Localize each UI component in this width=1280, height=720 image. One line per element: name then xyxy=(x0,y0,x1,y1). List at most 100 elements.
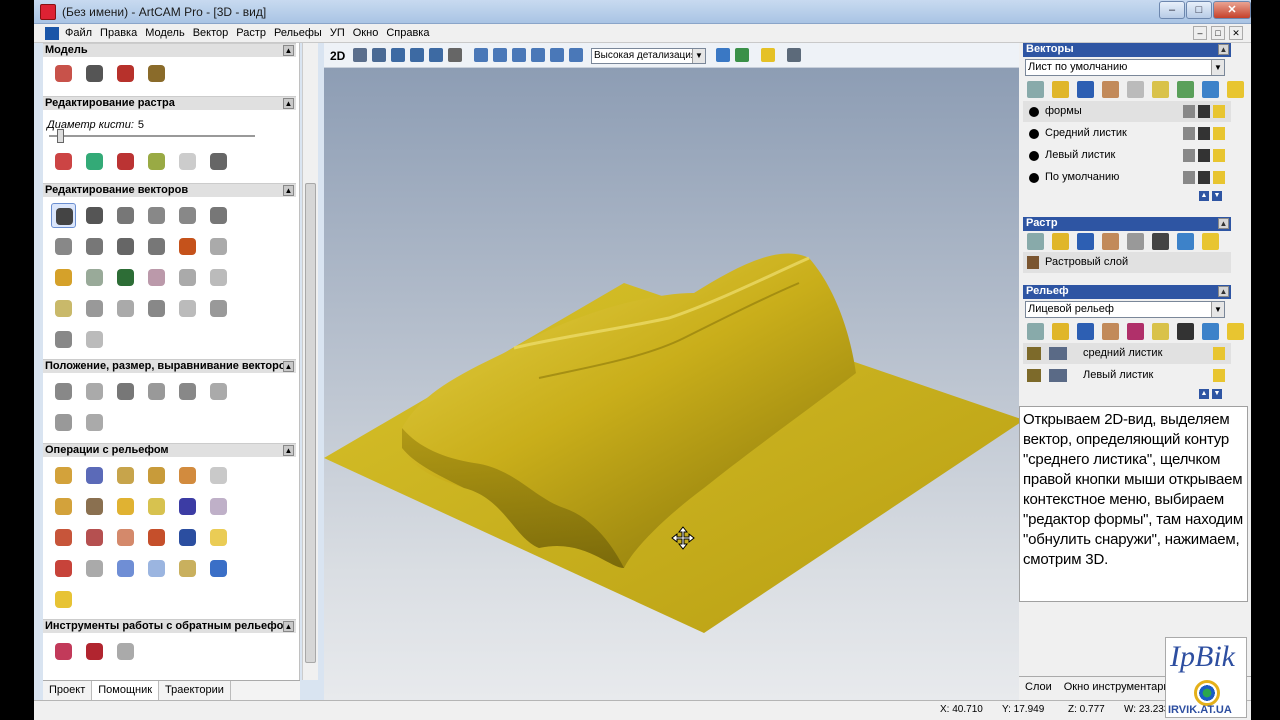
polyline-icon[interactable] xyxy=(206,203,231,228)
collapse-arrow-icon[interactable]: ▲ xyxy=(283,361,294,372)
arc-icon[interactable] xyxy=(144,234,169,259)
menu-model[interactable]: Модель xyxy=(141,27,188,39)
save-raster-icon[interactable] xyxy=(1077,233,1094,250)
side-view-icon[interactable] xyxy=(512,48,526,62)
reverse-relief-1-icon[interactable] xyxy=(51,639,76,664)
eyedropper-icon[interactable] xyxy=(113,149,138,174)
tab-assistant[interactable]: Помощник xyxy=(92,681,160,700)
delete-relief-icon[interactable] xyxy=(1202,323,1219,340)
chevron-down-icon[interactable]: ▼ xyxy=(692,49,705,63)
extrude-icon[interactable] xyxy=(82,463,107,488)
curve-fit-icon[interactable] xyxy=(206,265,231,290)
menu-file[interactable]: Файл xyxy=(61,27,96,39)
lock-icon[interactable] xyxy=(1183,127,1195,140)
move-up-icon[interactable]: ▲ xyxy=(1199,191,1209,201)
import-raster-icon[interactable] xyxy=(1102,233,1119,250)
detail-level-select[interactable]: Высокая детализация ▼ xyxy=(591,48,706,64)
smooth-icon[interactable] xyxy=(113,296,138,321)
save-layer-icon[interactable] xyxy=(1077,81,1094,98)
move-up-icon[interactable]: ▲ xyxy=(1199,389,1209,399)
back-view-icon[interactable] xyxy=(569,48,583,62)
menu-window[interactable]: Окно xyxy=(349,27,383,39)
edit-icon[interactable] xyxy=(1198,149,1210,162)
reverse-relief-2-icon[interactable] xyxy=(82,639,107,664)
save-relief-icon[interactable] xyxy=(1077,323,1094,340)
fill-icon[interactable] xyxy=(82,149,107,174)
chevron-down-icon[interactable]: ▼ xyxy=(1211,60,1224,75)
bottom-view-icon[interactable] xyxy=(550,48,564,62)
raster-layer[interactable]: Растровый слой xyxy=(1023,252,1231,273)
collapse-arrow-icon[interactable]: ▲ xyxy=(1218,44,1229,55)
brush-diameter-slider[interactable] xyxy=(49,129,255,143)
scrollbar-thumb[interactable] xyxy=(305,183,316,663)
model-settings-icon[interactable] xyxy=(51,61,76,86)
measure-icon[interactable] xyxy=(51,327,76,352)
pencil-icon[interactable] xyxy=(51,149,76,174)
open-relief-icon[interactable] xyxy=(1052,323,1069,340)
relief-combine-icon[interactable] xyxy=(1127,323,1144,340)
sweep-icon[interactable] xyxy=(206,463,231,488)
node-edit-icon[interactable] xyxy=(82,203,107,228)
spiral-icon[interactable] xyxy=(82,410,107,435)
lock-icon[interactable] xyxy=(1183,149,1195,162)
menu-raster[interactable]: Растр xyxy=(232,27,270,39)
doc-close-button[interactable]: ✕ xyxy=(1229,26,1243,40)
zero-outside-icon[interactable] xyxy=(113,494,138,519)
dot-array-icon[interactable] xyxy=(175,265,200,290)
zoom-fit-icon[interactable] xyxy=(448,48,462,62)
chevron-down-icon[interactable]: ▼ xyxy=(1211,302,1224,317)
align-icon[interactable] xyxy=(51,379,76,404)
star-icon[interactable] xyxy=(113,234,138,259)
angle-relief-icon[interactable] xyxy=(51,556,76,581)
text-tool-icon[interactable] xyxy=(175,234,200,259)
relief-type-select[interactable]: Лицевой рельеф ▼ xyxy=(1025,301,1225,318)
doc-maximize-button[interactable]: □ xyxy=(1211,26,1225,40)
shape-editor-icon[interactable] xyxy=(51,463,76,488)
relief-leaf-icon[interactable] xyxy=(144,525,169,550)
edit-icon[interactable] xyxy=(1198,127,1210,140)
import-relief-icon[interactable] xyxy=(51,587,76,612)
line-draw-icon[interactable] xyxy=(206,149,231,174)
pan-icon[interactable] xyxy=(372,48,386,62)
left-panel-scrollbar[interactable] xyxy=(302,43,318,680)
delete-layer-icon[interactable] xyxy=(1202,81,1219,98)
collapse-arrow-icon[interactable]: ▲ xyxy=(1218,286,1229,297)
grid-snap-icon[interactable] xyxy=(82,265,107,290)
tab-toolpaths[interactable]: Траектории xyxy=(159,681,231,700)
layer-relief-icon[interactable] xyxy=(144,556,169,581)
vector-layer-middle-leaf[interactable]: Средний листик xyxy=(1023,123,1231,144)
light-bulb-icon[interactable] xyxy=(1213,127,1225,140)
relief-layer-middle-leaf[interactable]: средний листик xyxy=(1023,343,1231,364)
top-view-icon[interactable] xyxy=(531,48,545,62)
layer-color-dot[interactable] xyxy=(1029,151,1039,161)
transform-icon[interactable] xyxy=(113,203,138,228)
vector-layer-forms[interactable]: формы xyxy=(1023,101,1231,122)
texture-relief-icon[interactable] xyxy=(51,494,76,519)
two-rail-icon[interactable] xyxy=(175,463,200,488)
vector-layer-default[interactable]: По умолчанию xyxy=(1023,167,1231,188)
3d-viewport[interactable] xyxy=(324,68,1024,700)
visibility-icon[interactable] xyxy=(1227,323,1244,340)
column-relief-icon[interactable] xyxy=(82,556,107,581)
new-relief-icon[interactable] xyxy=(1027,323,1044,340)
section-raster-edit[interactable]: Редактирование растра ▲ xyxy=(43,96,296,110)
axis-icon[interactable] xyxy=(735,48,749,62)
relief-layer-left-leaf[interactable]: Левый листик xyxy=(1023,365,1231,386)
model-position-icon[interactable] xyxy=(113,61,138,86)
doc-icon[interactable] xyxy=(45,27,59,40)
copy-layer-icon[interactable] xyxy=(1152,81,1169,98)
tab-project[interactable]: Проект xyxy=(43,681,93,700)
nesting-icon[interactable] xyxy=(113,379,138,404)
turn-icon[interactable] xyxy=(144,463,169,488)
light-bulb-icon[interactable] xyxy=(761,48,775,62)
stack-relief-icon[interactable] xyxy=(175,556,200,581)
ellipse-icon[interactable] xyxy=(51,234,76,259)
iso-view-icon[interactable] xyxy=(474,48,488,62)
raster-settings-icon[interactable] xyxy=(1152,233,1169,250)
move-down-icon[interactable]: ▼ xyxy=(1212,191,1222,201)
material-icon[interactable] xyxy=(787,48,801,62)
scale-relief-icon[interactable] xyxy=(51,525,76,550)
palette-icon[interactable] xyxy=(144,149,169,174)
collapse-arrow-icon[interactable]: ▲ xyxy=(283,445,294,456)
select-pointer-icon[interactable] xyxy=(51,203,76,228)
